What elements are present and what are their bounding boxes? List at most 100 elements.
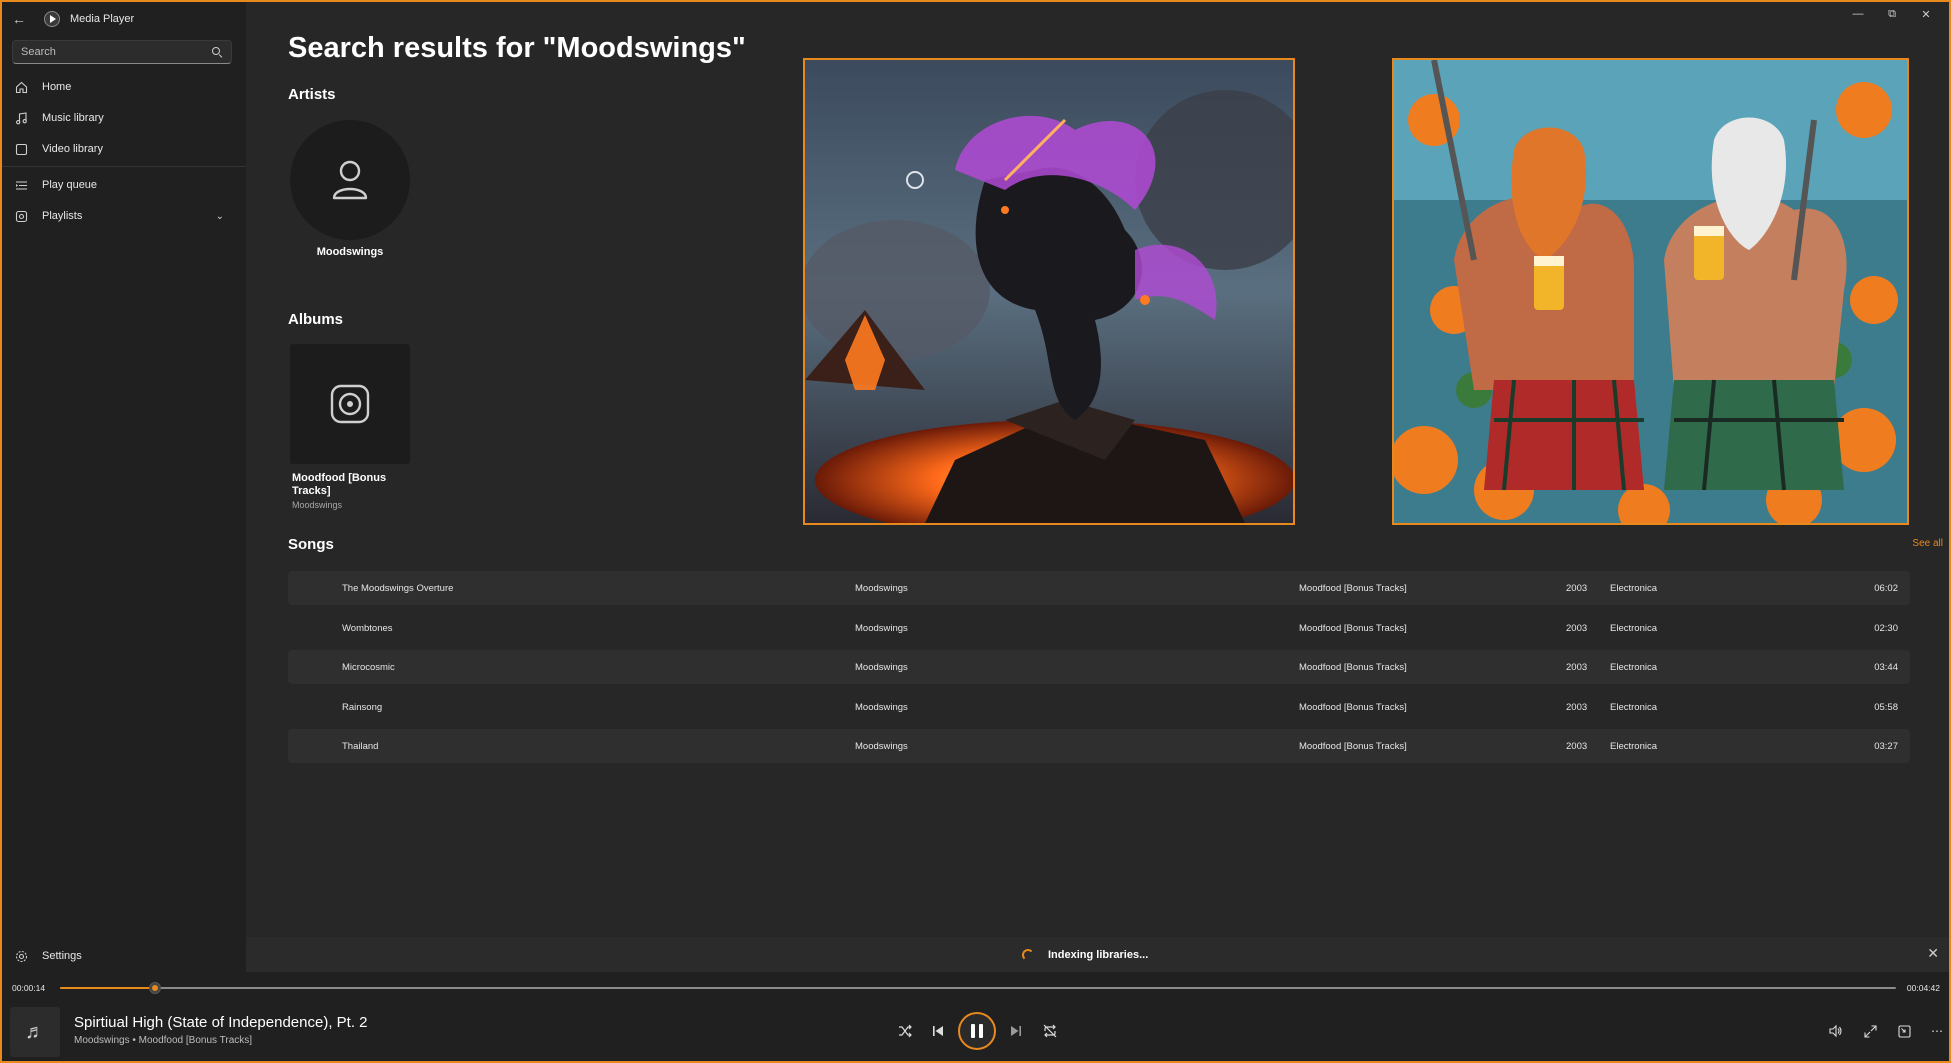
music-note-icon: ♬ xyxy=(25,1020,45,1043)
repeat-button[interactable] xyxy=(1038,1019,1062,1043)
shuffle-button[interactable] xyxy=(893,1019,917,1043)
person-icon xyxy=(332,160,368,200)
artwork-robot-unicorn xyxy=(803,58,1295,525)
search-box[interactable] xyxy=(12,40,232,64)
sidebar-item-label: Video library xyxy=(42,143,103,155)
artists-heading: Artists xyxy=(288,86,336,103)
restore-button[interactable]: ⧉ xyxy=(1875,2,1909,26)
song-year: 2003 xyxy=(1566,702,1588,713)
volume-icon xyxy=(1829,1024,1842,1038)
volume-button[interactable] xyxy=(1826,1021,1846,1041)
song-row[interactable]: Microcosmic Moodswings Moodfood [Bonus T… xyxy=(288,650,1910,684)
artist-tile[interactable] xyxy=(290,120,410,240)
chevron-down-icon[interactable]: ⌄ xyxy=(216,211,224,222)
sidebar-item-label: Home xyxy=(42,81,72,93)
expand-icon xyxy=(1863,1024,1877,1038)
song-album[interactable]: Moodfood [Bonus Tracks] xyxy=(1299,702,1407,713)
song-year: 2003 xyxy=(1566,741,1588,752)
artist-name[interactable]: Moodswings xyxy=(290,246,410,258)
song-album[interactable]: Moodfood [Bonus Tracks] xyxy=(1299,662,1407,673)
song-artist[interactable]: Moodswings xyxy=(855,662,908,673)
album-artist[interactable]: Moodswings xyxy=(292,500,342,510)
more-options-button[interactable]: ⋯ xyxy=(1927,1021,1947,1041)
sidebar-item-playlists[interactable]: Playlists ⌄ xyxy=(6,201,238,231)
indexing-text: Indexing libraries... xyxy=(1048,949,1149,961)
app-title: Media Player xyxy=(70,13,135,25)
next-button[interactable] xyxy=(1004,1019,1028,1043)
song-genre: Electronica xyxy=(1610,583,1657,594)
restore-icon: ⧉ xyxy=(1888,7,1896,20)
song-album[interactable]: Moodfood [Bonus Tracks] xyxy=(1299,583,1407,594)
song-duration: 03:27 xyxy=(1874,741,1898,752)
gear-icon xyxy=(14,949,28,963)
album-disc-icon xyxy=(330,384,370,424)
video-icon xyxy=(14,142,28,156)
playlist-icon xyxy=(14,209,28,223)
queue-icon xyxy=(14,178,28,192)
now-playing-title[interactable]: Spirtiual High (State of Independence), … xyxy=(74,1014,368,1031)
main-content: — ⧉ ✕ Search results for "Moodswings" Ar… xyxy=(246,2,1949,937)
close-banner-button[interactable]: ✕ xyxy=(1927,945,1939,962)
song-row[interactable]: Thailand Moodswings Moodfood [Bonus Trac… xyxy=(288,729,1910,763)
song-year: 2003 xyxy=(1566,623,1588,634)
song-row[interactable]: Wombtones Moodswings Moodfood [Bonus Tra… xyxy=(288,611,1910,645)
loading-spinner-icon xyxy=(1022,949,1034,961)
sidebar-item-settings[interactable]: Settings xyxy=(6,942,238,970)
now-playing-art[interactable]: ♬ xyxy=(10,1007,60,1057)
now-playing-subtitle[interactable]: Moodswings • Moodfood [Bonus Tracks] xyxy=(74,1035,252,1046)
home-icon xyxy=(14,80,28,94)
minimize-button[interactable]: — xyxy=(1841,2,1875,26)
song-genre: Electronica xyxy=(1610,623,1657,634)
search-icon[interactable] xyxy=(211,46,223,58)
song-title: Wombtones xyxy=(342,623,393,634)
pause-icon xyxy=(969,1024,985,1038)
more-icon: ⋯ xyxy=(1931,1024,1943,1038)
song-genre: Electronica xyxy=(1610,662,1657,673)
mini-player-icon xyxy=(1897,1024,1911,1038)
page-title: Search results for "Moodswings" xyxy=(288,32,746,64)
song-row[interactable]: Rainsong Moodswings Moodfood [Bonus Trac… xyxy=(288,690,1910,724)
close-button[interactable]: ✕ xyxy=(1909,2,1943,26)
song-artist[interactable]: Moodswings xyxy=(855,741,908,752)
next-icon xyxy=(1011,1026,1021,1036)
song-artist[interactable]: Moodswings xyxy=(855,583,908,594)
total-time: 00:04:42 xyxy=(1906,983,1940,993)
see-all-link[interactable]: See all xyxy=(1912,538,1943,549)
seek-bar[interactable] xyxy=(60,982,1896,994)
app-logo-icon xyxy=(44,11,60,27)
song-title: Rainsong xyxy=(342,702,383,713)
title-bar: ← Media Player xyxy=(2,2,246,36)
previous-button[interactable] xyxy=(926,1019,950,1043)
album-tile[interactable] xyxy=(290,344,410,464)
sidebar-item-home[interactable]: Home xyxy=(6,72,238,102)
seek-progress xyxy=(60,987,155,989)
sidebar-item-label: Playlists xyxy=(42,210,83,222)
sidebar-item-play-queue[interactable]: Play queue xyxy=(6,170,238,200)
song-title: Microcosmic xyxy=(342,662,395,673)
song-album[interactable]: Moodfood [Bonus Tracks] xyxy=(1299,741,1407,752)
albums-heading: Albums xyxy=(288,311,344,328)
pause-button[interactable] xyxy=(958,1012,996,1050)
mini-player-button[interactable] xyxy=(1894,1021,1914,1041)
back-arrow-icon: ← xyxy=(12,11,26,27)
song-title: The Moodswings Overture xyxy=(342,583,454,594)
song-album[interactable]: Moodfood [Bonus Tracks] xyxy=(1299,623,1407,634)
player-bar: 00:00:14 00:04:42 ♬ Spirtiual High (Stat… xyxy=(2,972,1949,1061)
songs-heading: Songs xyxy=(288,536,334,553)
fullscreen-button[interactable] xyxy=(1860,1021,1880,1041)
song-artist[interactable]: Moodswings xyxy=(855,623,908,634)
artwork-kilted-men xyxy=(1392,58,1909,525)
sidebar-item-music-library[interactable]: Music library xyxy=(6,103,238,133)
song-row[interactable]: The Moodswings Overture Moodswings Moodf… xyxy=(288,571,1910,605)
sidebar-item-label: Play queue xyxy=(42,179,98,191)
sidebar-item-video-library[interactable]: Video library xyxy=(6,134,238,164)
song-artist[interactable]: Moodswings xyxy=(855,702,908,713)
seek-thumb[interactable] xyxy=(149,982,161,994)
back-button[interactable]: ← xyxy=(2,2,36,36)
repeat-off-icon xyxy=(1043,1024,1057,1038)
song-genre: Electronica xyxy=(1610,702,1657,713)
search-input[interactable] xyxy=(21,46,211,58)
music-note-icon xyxy=(14,111,28,125)
current-time: 00:00:14 xyxy=(12,983,46,993)
album-title[interactable]: Moodfood [Bonus Tracks] xyxy=(292,472,412,498)
